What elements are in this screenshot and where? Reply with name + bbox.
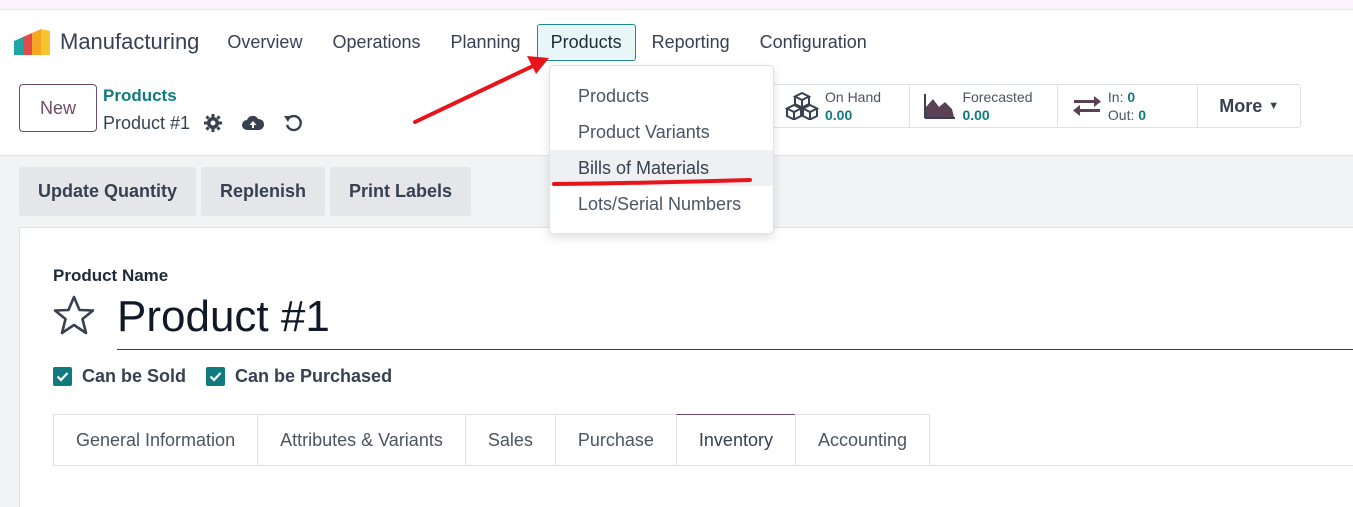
- product-name-field[interactable]: Product #1: [117, 292, 1353, 350]
- dropdown-item-lots-serial-numbers[interactable]: Lots/Serial Numbers: [550, 186, 773, 222]
- checkmark-icon: [206, 367, 226, 386]
- menu-reporting[interactable]: Reporting: [638, 24, 744, 61]
- menu-products[interactable]: Products: [536, 23, 636, 61]
- tab-general-information[interactable]: General Information: [53, 414, 259, 465]
- dropdown-item-product-variants[interactable]: Product Variants: [550, 114, 773, 150]
- new-button[interactable]: New: [19, 84, 97, 132]
- forecasted-button[interactable]: Forecasted 0.00: [910, 85, 1058, 127]
- in-out-text: In: 0 Out: 0: [1108, 88, 1146, 124]
- product-name-label: Product Name: [53, 266, 169, 285]
- gear-icon[interactable]: [200, 112, 226, 134]
- cloud-upload-icon[interactable]: [240, 112, 266, 134]
- can-be-sold-label: Can be Sold: [82, 366, 187, 386]
- forecasted-value: 0.00: [962, 107, 990, 123]
- breadcrumb-parent[interactable]: Products: [103, 86, 177, 106]
- tab-inventory[interactable]: Inventory: [675, 414, 796, 465]
- manufacturing-app-icon: [14, 29, 50, 55]
- on-hand-value: 0.00: [825, 107, 853, 123]
- breadcrumb-current: Product #1: [103, 112, 191, 133]
- checkmark-icon: [53, 367, 72, 386]
- in-label: In:: [1107, 89, 1124, 105]
- out-label: Out:: [1107, 107, 1135, 123]
- replenish-button[interactable]: Replenish: [201, 167, 326, 216]
- products-dropdown-menu: Products Product Variants Bills of Mater…: [549, 65, 774, 234]
- dropdown-item-bills-of-materials[interactable]: Bills of Materials: [550, 150, 773, 186]
- menu-planning[interactable]: Planning: [437, 24, 535, 61]
- menu-overview[interactable]: Overview: [213, 24, 316, 61]
- checkbox-row: Can be Sold Can be Purchased: [53, 366, 412, 387]
- on-hand-label: On Hand: [825, 89, 882, 105]
- in-out-button[interactable]: In: 0 Out: 0: [1058, 85, 1199, 127]
- notebook-tabs: General Information Attributes & Variant…: [53, 414, 1353, 466]
- on-hand-button[interactable]: On Hand 0.00: [773, 85, 911, 127]
- main-menu: Overview Operations Planning Products Re…: [213, 23, 882, 61]
- app-name: Manufacturing: [60, 29, 200, 54]
- form-sheet: Product Name Product #1 Can be Sold Can …: [19, 227, 1353, 507]
- in-line: In: 0: [1108, 88, 1146, 106]
- forecasted-text: Forecasted 0.00: [962, 88, 1032, 124]
- top-strip: [0, 0, 1353, 10]
- smart-buttons: On Hand 0.00 Forecasted 0.00 In: 0 Out: …: [772, 84, 1301, 128]
- app-brand[interactable]: Manufacturing: [14, 29, 199, 55]
- forecasted-label: Forecasted: [962, 89, 1033, 105]
- on-hand-text: On Hand 0.00: [825, 88, 881, 124]
- tab-sales[interactable]: Sales: [464, 414, 556, 465]
- tab-purchase[interactable]: Purchase: [554, 414, 677, 465]
- discard-icon[interactable]: [280, 112, 306, 134]
- record-actions: [200, 112, 320, 134]
- area-chart-icon: [924, 94, 956, 119]
- breadcrumb-current-wrap: Product #1: [103, 112, 320, 134]
- can-be-sold-checkbox[interactable]: Can be Sold: [53, 366, 186, 387]
- caret-down-icon: ▼: [1268, 100, 1280, 112]
- out-line: Out: 0: [1108, 106, 1146, 124]
- print-labels-button[interactable]: Print Labels: [330, 167, 472, 216]
- dropdown-item-products[interactable]: Products: [550, 78, 773, 114]
- action-bar: Update Quantity Replenish Print Labels: [19, 167, 476, 216]
- menu-operations[interactable]: Operations: [318, 24, 434, 61]
- in-value: 0: [1127, 89, 1136, 105]
- tab-attributes-variants[interactable]: Attributes & Variants: [257, 414, 466, 465]
- can-be-purchased-checkbox[interactable]: Can be Purchased: [206, 366, 392, 387]
- out-value: 0: [1138, 107, 1147, 123]
- more-button[interactable]: More ▼: [1198, 85, 1300, 127]
- tab-accounting[interactable]: Accounting: [794, 414, 931, 465]
- menu-configuration[interactable]: Configuration: [746, 24, 881, 61]
- more-label: More: [1219, 95, 1263, 116]
- exchange-icon: [1072, 96, 1101, 116]
- cubes-icon: [785, 92, 819, 120]
- update-quantity-button[interactable]: Update Quantity: [19, 167, 197, 216]
- can-be-purchased-label: Can be Purchased: [235, 366, 393, 386]
- star-icon[interactable]: [52, 294, 96, 338]
